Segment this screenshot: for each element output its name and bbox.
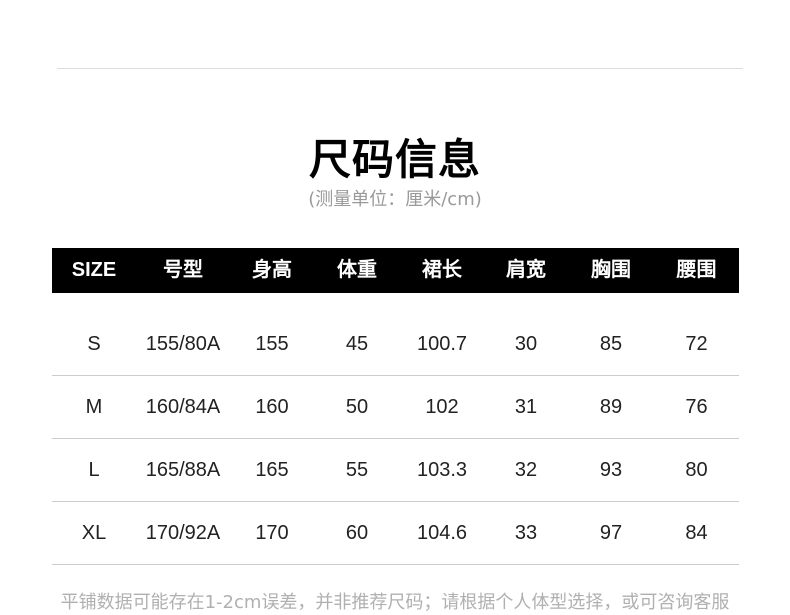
size-cell: L — [88, 459, 100, 481]
shoulder-width-cell: 30 — [514, 333, 538, 355]
dress-length-cell: 100.7 — [416, 333, 468, 355]
bust-cell: 89 — [599, 396, 623, 418]
shoulder-width-cell: 33 — [514, 522, 538, 544]
unit-subtitle: (测量单位：厘米/cm) — [308, 189, 482, 210]
table-body: S 155/80A 155 45 100.7 30 85 72 M 160/84… — [52, 313, 739, 565]
waist-cell: 84 — [685, 522, 708, 544]
top-divider — [57, 68, 743, 69]
measurement-disclaimer: 平铺数据可能存在1-2cm误差，并非推荐尺码；请根据个人体型选择，或可咨询客服 — [60, 592, 730, 613]
header-size-code: 号型 — [163, 259, 203, 281]
size-cell: XL — [81, 522, 107, 544]
table-row: XL 170/92A 170 60 104.6 33 97 84 — [52, 502, 739, 565]
header-size: SIZE — [71, 259, 117, 281]
dress-length-cell: 103.3 — [416, 459, 468, 481]
header-bust: 胸围 — [591, 259, 631, 281]
size-code-cell: 160/84A — [145, 396, 221, 418]
header-weight: 体重 — [337, 259, 377, 281]
height-cell: 155 — [255, 333, 289, 355]
weight-cell: 45 — [345, 333, 369, 355]
weight-cell: 55 — [345, 459, 369, 481]
height-cell: 165 — [255, 459, 289, 481]
bust-cell: 93 — [599, 459, 623, 481]
size-chart-table: SIZE 号型 身高 体重 裙长 肩宽 胸围 腰围 S 155/80A 155 … — [52, 248, 739, 565]
shoulder-width-cell: 31 — [514, 396, 538, 418]
bust-cell: 85 — [599, 333, 623, 355]
weight-cell: 50 — [345, 396, 369, 418]
size-cell: S — [87, 333, 101, 355]
header-waist: 腰围 — [676, 259, 717, 281]
table-row: M 160/84A 160 50 102 31 89 76 — [52, 376, 739, 439]
size-code-cell: 165/88A — [145, 459, 221, 481]
size-code-cell: 155/80A — [145, 333, 221, 355]
table-row: S 155/80A 155 45 100.7 30 85 72 — [52, 313, 739, 376]
size-cell: M — [85, 396, 103, 418]
waist-cell: 80 — [685, 459, 708, 481]
waist-cell: 76 — [685, 396, 708, 418]
header-dress-length: 裙长 — [422, 259, 462, 281]
height-cell: 160 — [255, 396, 289, 418]
page-title: 尺码信息 — [308, 135, 481, 184]
size-code-cell: 170/92A — [145, 522, 221, 544]
shoulder-width-cell: 32 — [514, 459, 538, 481]
dress-length-cell: 102 — [425, 396, 459, 418]
table-row: L 165/88A 165 55 103.3 32 93 80 — [52, 439, 739, 502]
table-header: SIZE 号型 身高 体重 裙长 肩宽 胸围 腰围 — [52, 248, 739, 293]
height-cell: 170 — [255, 522, 289, 544]
bust-cell: 97 — [599, 522, 623, 544]
weight-cell: 60 — [345, 522, 369, 544]
header-height: 身高 — [252, 259, 292, 281]
dress-length-cell: 104.6 — [416, 522, 468, 544]
waist-cell: 72 — [685, 333, 708, 355]
header-shoulder-width: 肩宽 — [506, 259, 546, 281]
